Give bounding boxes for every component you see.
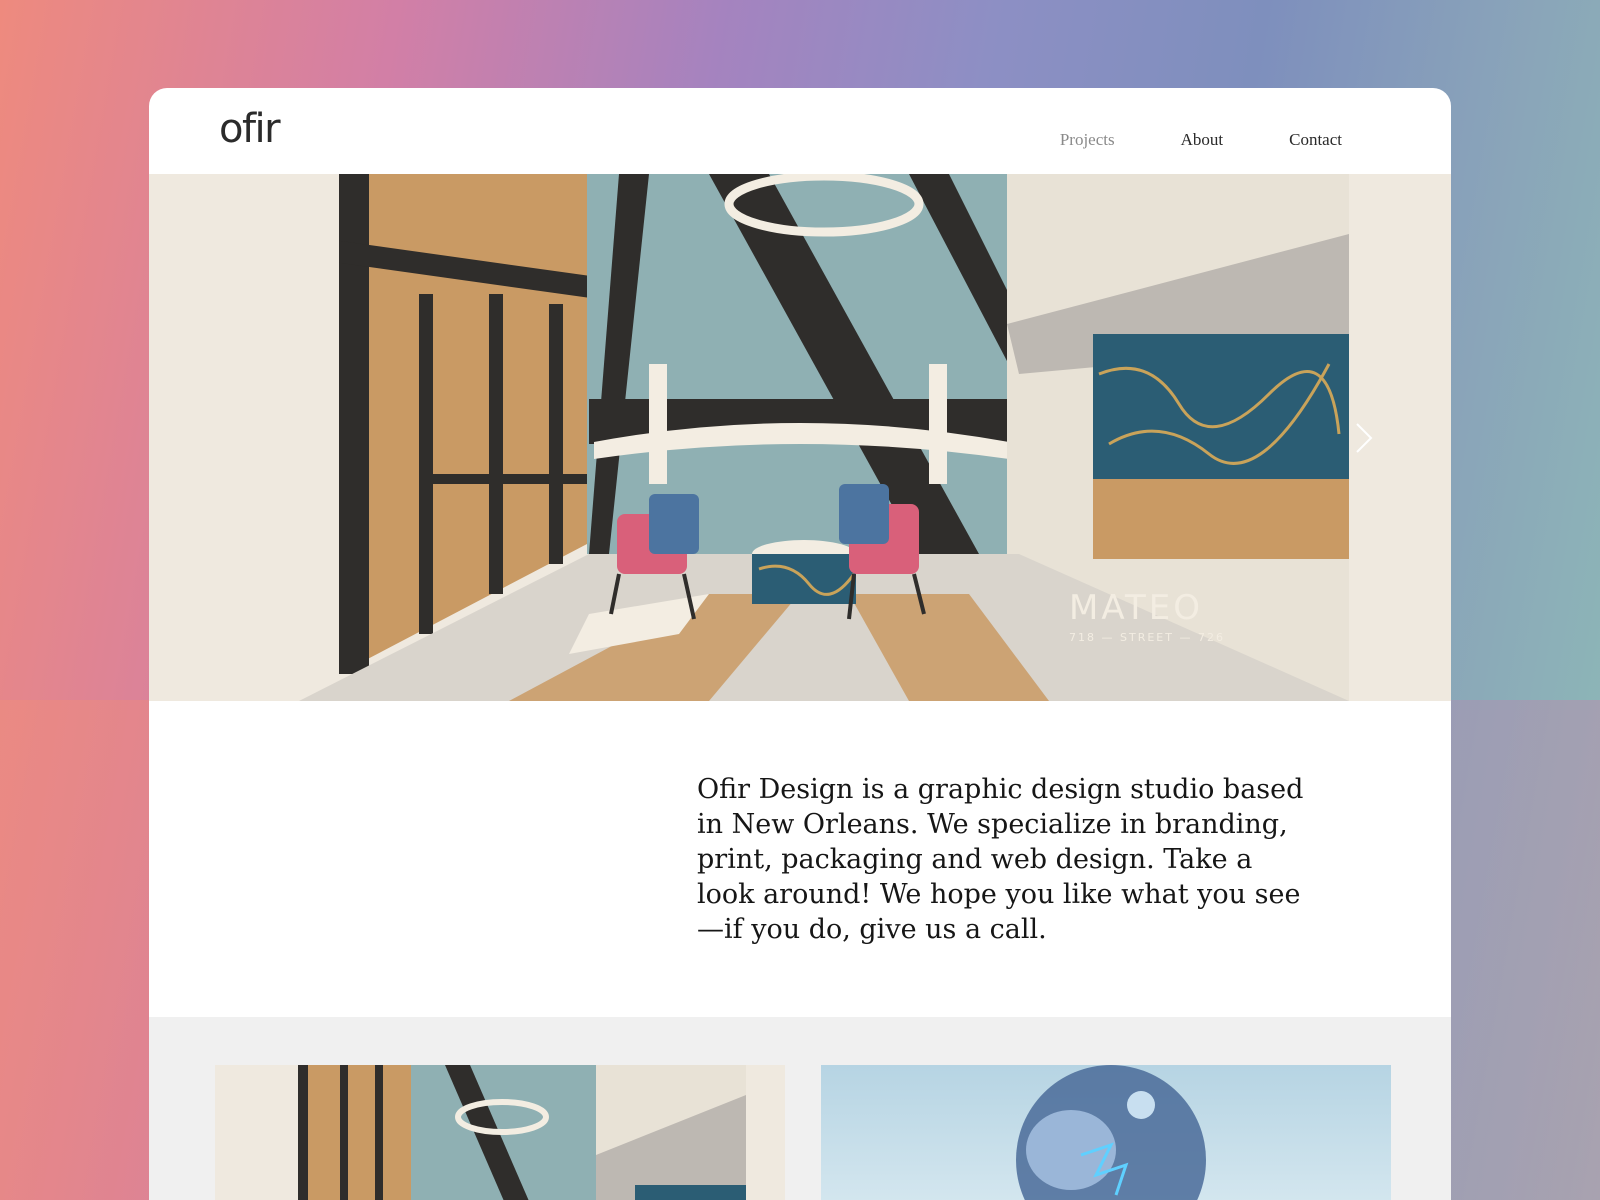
mateo-illustration: MATEO 718 — STREET — 726 bbox=[299, 174, 1451, 701]
intro-text: Ofir Design is a graphic design studio b… bbox=[697, 774, 1304, 945]
mateo-thumbnail bbox=[298, 1065, 746, 1200]
project-card-medical[interactable] bbox=[821, 1065, 1391, 1200]
hero-carousel: MATEO 718 — STREET — 726 bbox=[149, 174, 1451, 701]
projects-gallery bbox=[149, 1017, 1451, 1200]
ofir-logo[interactable]: ofir bbox=[219, 106, 281, 152]
left-chair-back bbox=[649, 494, 699, 554]
project-subtitle: 718 — STREET — 726 bbox=[1069, 631, 1225, 644]
window-mullion bbox=[489, 294, 503, 594]
medical-thumbnail bbox=[1016, 1065, 1206, 1200]
chevron-right-icon[interactable] bbox=[1349, 418, 1379, 458]
nav-link-contact[interactable]: Contact bbox=[1289, 130, 1342, 150]
browser-window: ofir Projects About Contact MATEO 718 — … bbox=[149, 88, 1451, 1200]
main-nav: Projects About Contact bbox=[1060, 130, 1342, 150]
right-chair-back bbox=[839, 484, 889, 544]
bridge-tower bbox=[649, 364, 667, 484]
window-transom bbox=[419, 474, 587, 484]
nav-link-projects[interactable]: Projects bbox=[1060, 130, 1115, 150]
site-header: ofir Projects About Contact bbox=[149, 88, 1451, 174]
reception-desk bbox=[1093, 479, 1349, 559]
project-card-mateo[interactable] bbox=[215, 1065, 785, 1200]
intro-section: Ofir Design is a graphic design studio b… bbox=[697, 772, 1317, 947]
bridge-tower bbox=[929, 364, 947, 484]
nav-link-about[interactable]: About bbox=[1181, 130, 1224, 150]
project-title: MATEO bbox=[1069, 588, 1203, 628]
window-mullion bbox=[549, 304, 563, 564]
window-mullion bbox=[419, 294, 433, 634]
